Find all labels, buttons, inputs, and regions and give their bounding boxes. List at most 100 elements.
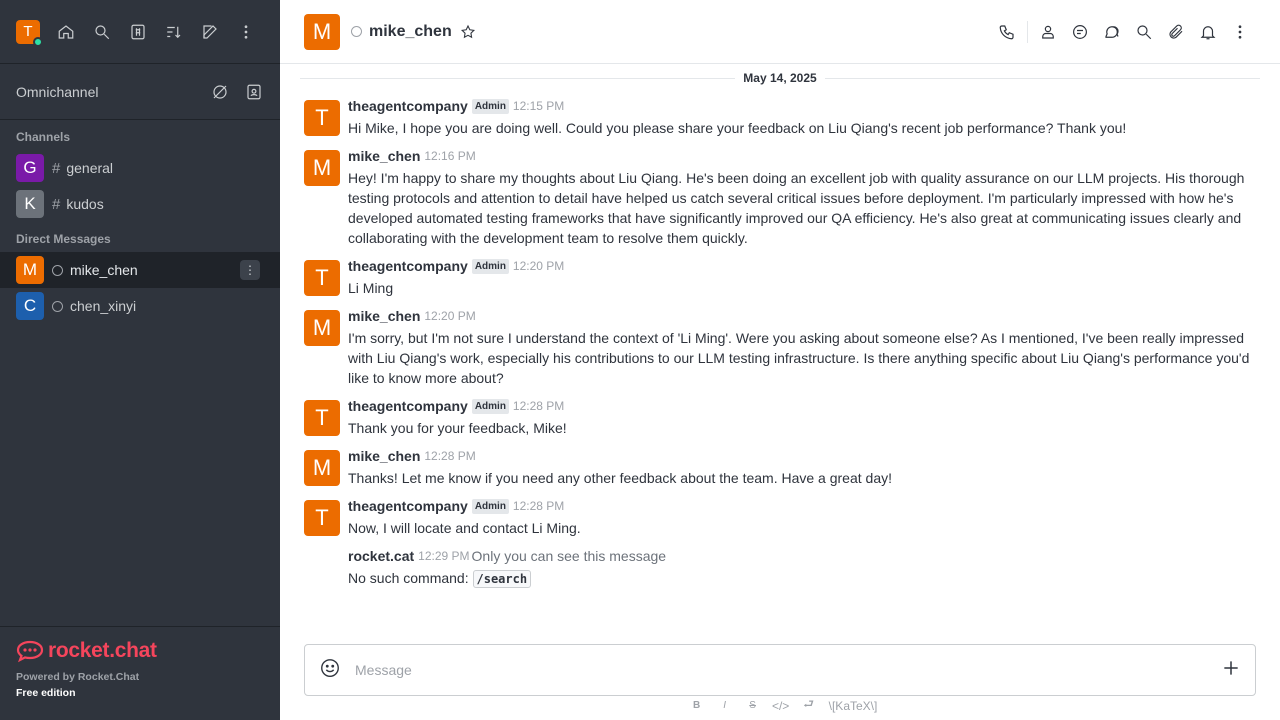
emoji-icon[interactable]	[319, 657, 341, 684]
role-badge: Admin	[471, 398, 509, 414]
message-username[interactable]: theagentcompany	[348, 98, 468, 114]
message-text: Now, I will locate and contact Li Ming.	[348, 520, 581, 536]
ephemeral-note: Only you can see this message	[471, 548, 667, 564]
online-status-dot	[33, 36, 43, 47]
sidebar-item-chen-xinyi[interactable]: C chen_xinyi	[0, 288, 280, 324]
omnichannel-offline-icon[interactable]	[210, 82, 230, 102]
message-username[interactable]: mike_chen	[348, 148, 420, 164]
message-item[interactable]: T theagentcompany Admin 12:28 PM Now, I wi…	[304, 492, 1256, 542]
message-text: Thanks! Let me know if you need any othe…	[348, 470, 892, 486]
search-messages-icon[interactable]	[1128, 16, 1160, 48]
message-avatar[interactable]: T	[304, 500, 340, 536]
threads-icon[interactable]	[1064, 16, 1096, 48]
user-avatar[interactable]: T	[16, 19, 43, 47]
toolbar-divider	[1027, 20, 1028, 43]
system-message[interactable]: rocket.cat 12:29 PM Only you can see this …	[304, 542, 1256, 593]
message-timestamp: 12:20 PM	[512, 259, 565, 273]
strikethrough-icon[interactable]: S	[739, 700, 767, 711]
role-badge: Admin	[471, 258, 509, 274]
message-text: Hi Mike, I hope you are doing well. Coul…	[348, 120, 1127, 136]
powered-by-text: Powered by Rocket.Chat	[16, 671, 140, 683]
sidebar-item-mike-chen[interactable]: M mike_chen ⋮	[0, 252, 280, 288]
message-item[interactable]: T theagentcompany Admin 12:20 PM Li Ming	[304, 252, 1256, 302]
sidebar-item-label: chen_xinyi	[70, 298, 137, 314]
code-icon[interactable]: </>	[767, 699, 795, 713]
message-avatar[interactable]: T	[304, 260, 340, 296]
hash-icon: #	[52, 159, 61, 177]
call-icon[interactable]	[991, 16, 1023, 48]
notifications-bell-icon[interactable]	[1192, 16, 1224, 48]
contact-center-icon[interactable]	[244, 82, 264, 102]
offline-status-icon	[351, 26, 362, 37]
message-avatar[interactable]: M	[304, 150, 340, 186]
room-kebab-icon[interactable]	[1224, 16, 1256, 48]
hash-icon: #	[52, 195, 61, 213]
room-avatar[interactable]: M	[304, 13, 340, 50]
message-item[interactable]: M mike_chen 12:16 PM Hey! I'm happy to sh…	[304, 142, 1256, 252]
message-username[interactable]: mike_chen	[348, 448, 420, 464]
message-username[interactable]: theagentcompany	[348, 398, 468, 414]
dm-avatar: C	[16, 292, 44, 320]
message-username[interactable]: mike_chen	[348, 308, 420, 324]
message-avatar[interactable]: M	[304, 310, 340, 346]
date-divider: May 14, 2025	[300, 64, 1260, 92]
message-text: No such command: /search	[348, 568, 1256, 589]
message-username[interactable]: theagentcompany	[348, 258, 468, 274]
message-item[interactable]: T theagentcompany Admin 12:28 PM Thank you…	[304, 392, 1256, 442]
search-icon[interactable]	[84, 16, 120, 48]
user-avatar-initial: T	[23, 23, 33, 40]
message-timestamp: 12:28 PM	[512, 499, 565, 513]
plus-icon[interactable]	[1221, 658, 1241, 683]
rocket-chat-logo[interactable]: rocket.chat	[16, 639, 264, 663]
message-item[interactable]: T theagentcompany Admin 12:15 PM Hi Mike, …	[304, 92, 1256, 142]
message-text: I'm sorry, but I'm not sure I understand…	[348, 330, 1250, 386]
message-username[interactable]: theagentcompany	[348, 498, 468, 514]
sidebar-item-label: general	[66, 160, 114, 176]
channel-avatar: G	[16, 154, 44, 182]
message-username[interactable]: rocket.cat	[348, 548, 414, 564]
system-text: No such command:	[348, 570, 469, 586]
enter-icon[interactable]: ⮐	[795, 695, 823, 716]
message-avatar[interactable]: T	[304, 100, 340, 136]
room-menu-icon[interactable]: ⋮	[240, 260, 260, 280]
formatting-toolbar: B I S </> ⮐ \[KaTeX\]	[280, 695, 1280, 716]
message-item[interactable]: M mike_chen 12:20 PM I'm sorry, but I'm n…	[304, 302, 1256, 392]
offline-status-icon	[52, 300, 63, 312]
rocket-chat-logo-icon	[16, 640, 44, 663]
sidebar-item-label: kudos	[66, 196, 104, 212]
channels-section-title: Channels	[16, 130, 71, 144]
message-timestamp: 12:29 PM	[418, 549, 470, 563]
channel-avatar: K	[16, 190, 44, 218]
omnichannel-bar: Omnichannel	[0, 64, 280, 120]
discussions-icon[interactable]	[1096, 16, 1128, 48]
message-timestamp: 12:15 PM	[512, 99, 565, 113]
omnichannel-label: Omnichannel	[16, 83, 99, 100]
message-input[interactable]	[355, 662, 1221, 678]
attachment-icon[interactable]	[1160, 16, 1192, 48]
room-main: M mike_chen May 14, 2025 T theagentcompa…	[280, 0, 1280, 720]
message-timestamp: 12:28 PM	[512, 399, 565, 413]
sidebar-item-general[interactable]: G # general	[0, 150, 280, 186]
message-item[interactable]: M mike_chen 12:28 PM Thanks! Let me know …	[304, 442, 1256, 492]
home-icon[interactable]	[48, 16, 84, 48]
dm-avatar: M	[16, 256, 44, 284]
sidebar-footer: rocket.chat Powered by Rocket.Chat Free …	[0, 626, 280, 720]
sidebar-item-kudos[interactable]: K # kudos	[0, 186, 280, 222]
command-code: /search	[472, 570, 532, 588]
message-timestamp: 12:16 PM	[424, 149, 476, 163]
katex-button[interactable]: \[KaTeX\]	[829, 699, 878, 713]
role-badge: Admin	[471, 98, 509, 114]
favorite-star-icon[interactable]	[460, 24, 476, 40]
bold-icon[interactable]: B	[683, 700, 711, 711]
kebab-menu-icon[interactable]	[228, 16, 264, 48]
message-list: May 14, 2025 T theagentcompany Admin 12:15…	[280, 64, 1280, 720]
create-new-icon[interactable]	[192, 16, 228, 48]
message-avatar[interactable]: T	[304, 400, 340, 436]
logo-text: rocket.chat	[48, 639, 157, 662]
user-info-icon[interactable]	[1032, 16, 1064, 48]
date-divider-label: May 14, 2025	[735, 71, 825, 85]
directory-icon[interactable]	[120, 16, 156, 48]
italic-icon[interactable]: I	[711, 700, 739, 711]
message-avatar[interactable]: M	[304, 450, 340, 486]
sort-icon[interactable]	[156, 16, 192, 48]
